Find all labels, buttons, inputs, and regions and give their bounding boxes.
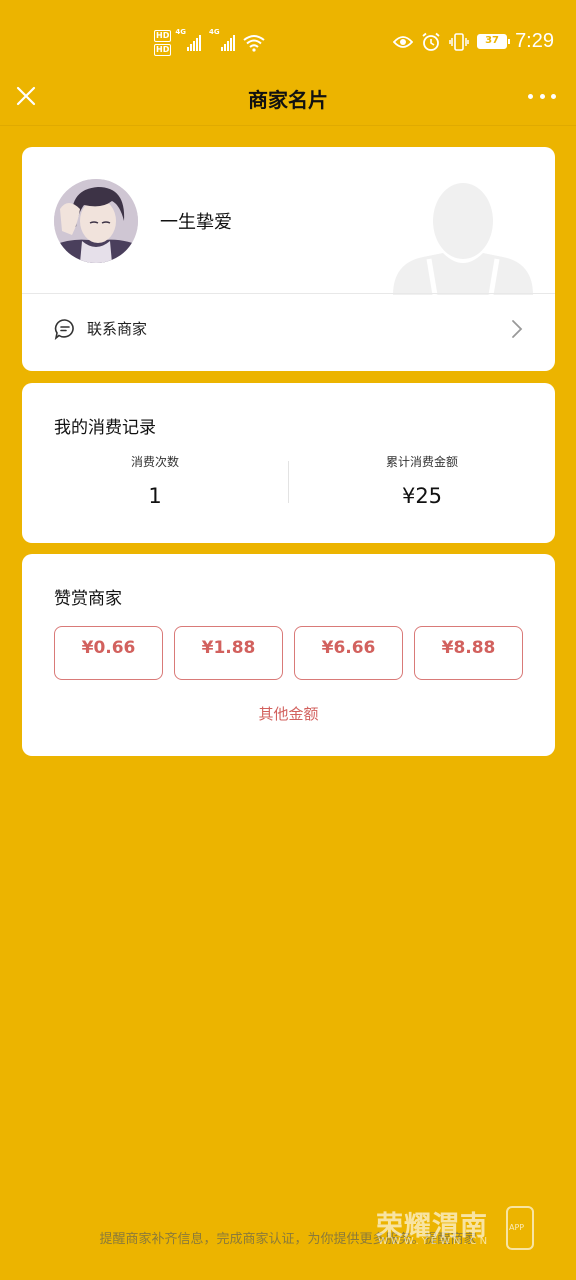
avatar[interactable] bbox=[54, 179, 138, 263]
chat-icon bbox=[54, 319, 74, 340]
signal-icon bbox=[186, 35, 201, 51]
consumption-count-value: 1 bbox=[148, 484, 162, 508]
record-title: 我的消费记录 bbox=[54, 418, 156, 438]
merchant-profile-card: 一生挚爱 联系商家 bbox=[22, 147, 555, 371]
hd-badge-2: HD bbox=[154, 44, 172, 56]
vibrate-icon bbox=[449, 32, 469, 51]
watermark-app-icon: APP bbox=[506, 1206, 534, 1250]
reward-merchant-card: 赞赏商家 ¥0.66 ¥1.88 ¥6.66 ¥8.88 其他金额 bbox=[22, 554, 555, 756]
signal-icon bbox=[220, 35, 235, 51]
watermark-site: WWW.YEWN.CN bbox=[378, 1236, 491, 1247]
watermark-app-label: APP bbox=[509, 1223, 525, 1232]
total-amount-label: 累计消费金额 bbox=[385, 455, 458, 469]
contact-merchant-row[interactable]: 联系商家 bbox=[22, 294, 555, 371]
battery-icon: 37 bbox=[477, 34, 511, 49]
avatar-image bbox=[54, 179, 138, 263]
more-icon[interactable] bbox=[528, 86, 556, 106]
network-type-2: 4G bbox=[208, 28, 220, 36]
status-bar: HD HD 4G 4G 37 7:29 bbox=[0, 0, 576, 80]
reward-amount-button[interactable]: ¥0.66 bbox=[54, 626, 163, 680]
status-right: 37 7:29 bbox=[393, 30, 554, 53]
reward-title: 赞赏商家 bbox=[54, 589, 122, 609]
total-amount-stat: 累计消费金额 ¥25 bbox=[289, 453, 555, 508]
alarm-icon bbox=[422, 32, 440, 51]
hd-badge-1: HD bbox=[154, 30, 172, 42]
clock-time: 7:29 bbox=[515, 30, 554, 52]
consumption-count-label: 消费次数 bbox=[130, 455, 179, 469]
reward-amount-row: ¥0.66 ¥1.88 ¥6.66 ¥8.88 bbox=[54, 626, 523, 680]
person-silhouette-icon bbox=[393, 183, 533, 295]
hd-indicators: HD HD bbox=[154, 30, 172, 56]
network-type-1: 4G bbox=[175, 28, 186, 36]
reward-amount-button[interactable]: ¥6.66 bbox=[294, 626, 403, 680]
signal-group: HD HD 4G 4G bbox=[154, 26, 265, 60]
other-amount-link[interactable]: 其他金额 bbox=[22, 703, 555, 724]
nav-bar: 商家名片 bbox=[0, 70, 576, 126]
consumption-record-card: 我的消费记录 消费次数 1 累计消费金额 ¥25 bbox=[22, 383, 555, 543]
consumption-count-stat: 消费次数 1 bbox=[22, 453, 288, 508]
contact-merchant-label: 联系商家 bbox=[87, 320, 148, 338]
eye-icon bbox=[393, 35, 414, 48]
reward-amount-button[interactable]: ¥8.88 bbox=[414, 626, 523, 680]
merchant-name: 一生挚爱 bbox=[160, 212, 232, 233]
watermark-logo: 荣耀渭南 WWW.YEWN.CN APP bbox=[376, 1204, 542, 1254]
chevron-right-icon bbox=[512, 320, 523, 338]
page-title: 商家名片 bbox=[248, 88, 328, 112]
reward-amount-button[interactable]: ¥1.88 bbox=[174, 626, 283, 680]
total-amount-value: ¥25 bbox=[401, 484, 443, 508]
wifi-icon bbox=[242, 35, 265, 52]
